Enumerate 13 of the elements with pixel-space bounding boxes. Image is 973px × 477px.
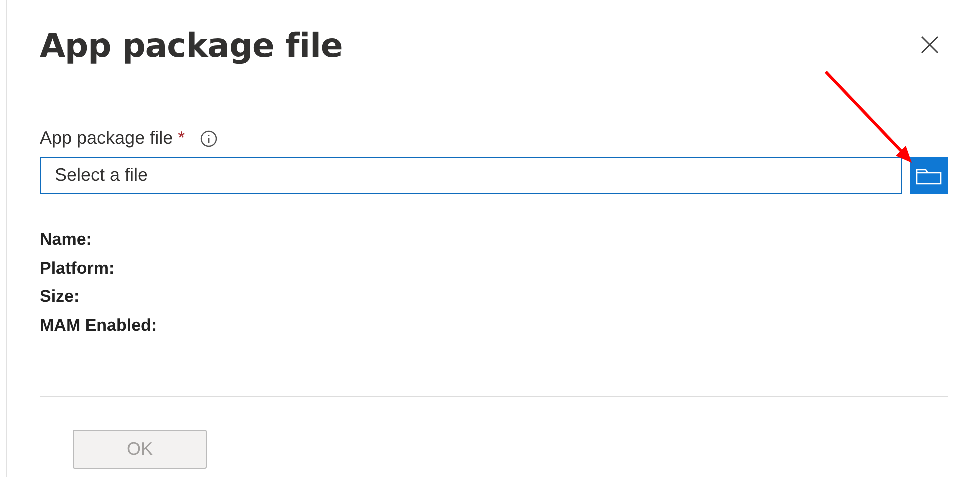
detail-label: MAM Enabled: [40, 314, 158, 336]
browse-button[interactable] [910, 157, 948, 194]
panel-title: App package file [40, 26, 343, 64]
file-input-field[interactable]: Select a file [40, 157, 902, 194]
info-icon[interactable] [200, 130, 218, 148]
detail-label: Name: [40, 229, 93, 251]
field-label: App package file [40, 128, 174, 149]
required-mark: * [178, 128, 186, 149]
close-icon [920, 35, 940, 55]
folder-icon [916, 166, 942, 184]
detail-label: Size: [40, 286, 81, 308]
close-button[interactable] [920, 35, 940, 55]
detail-label: Platform: [40, 258, 116, 280]
